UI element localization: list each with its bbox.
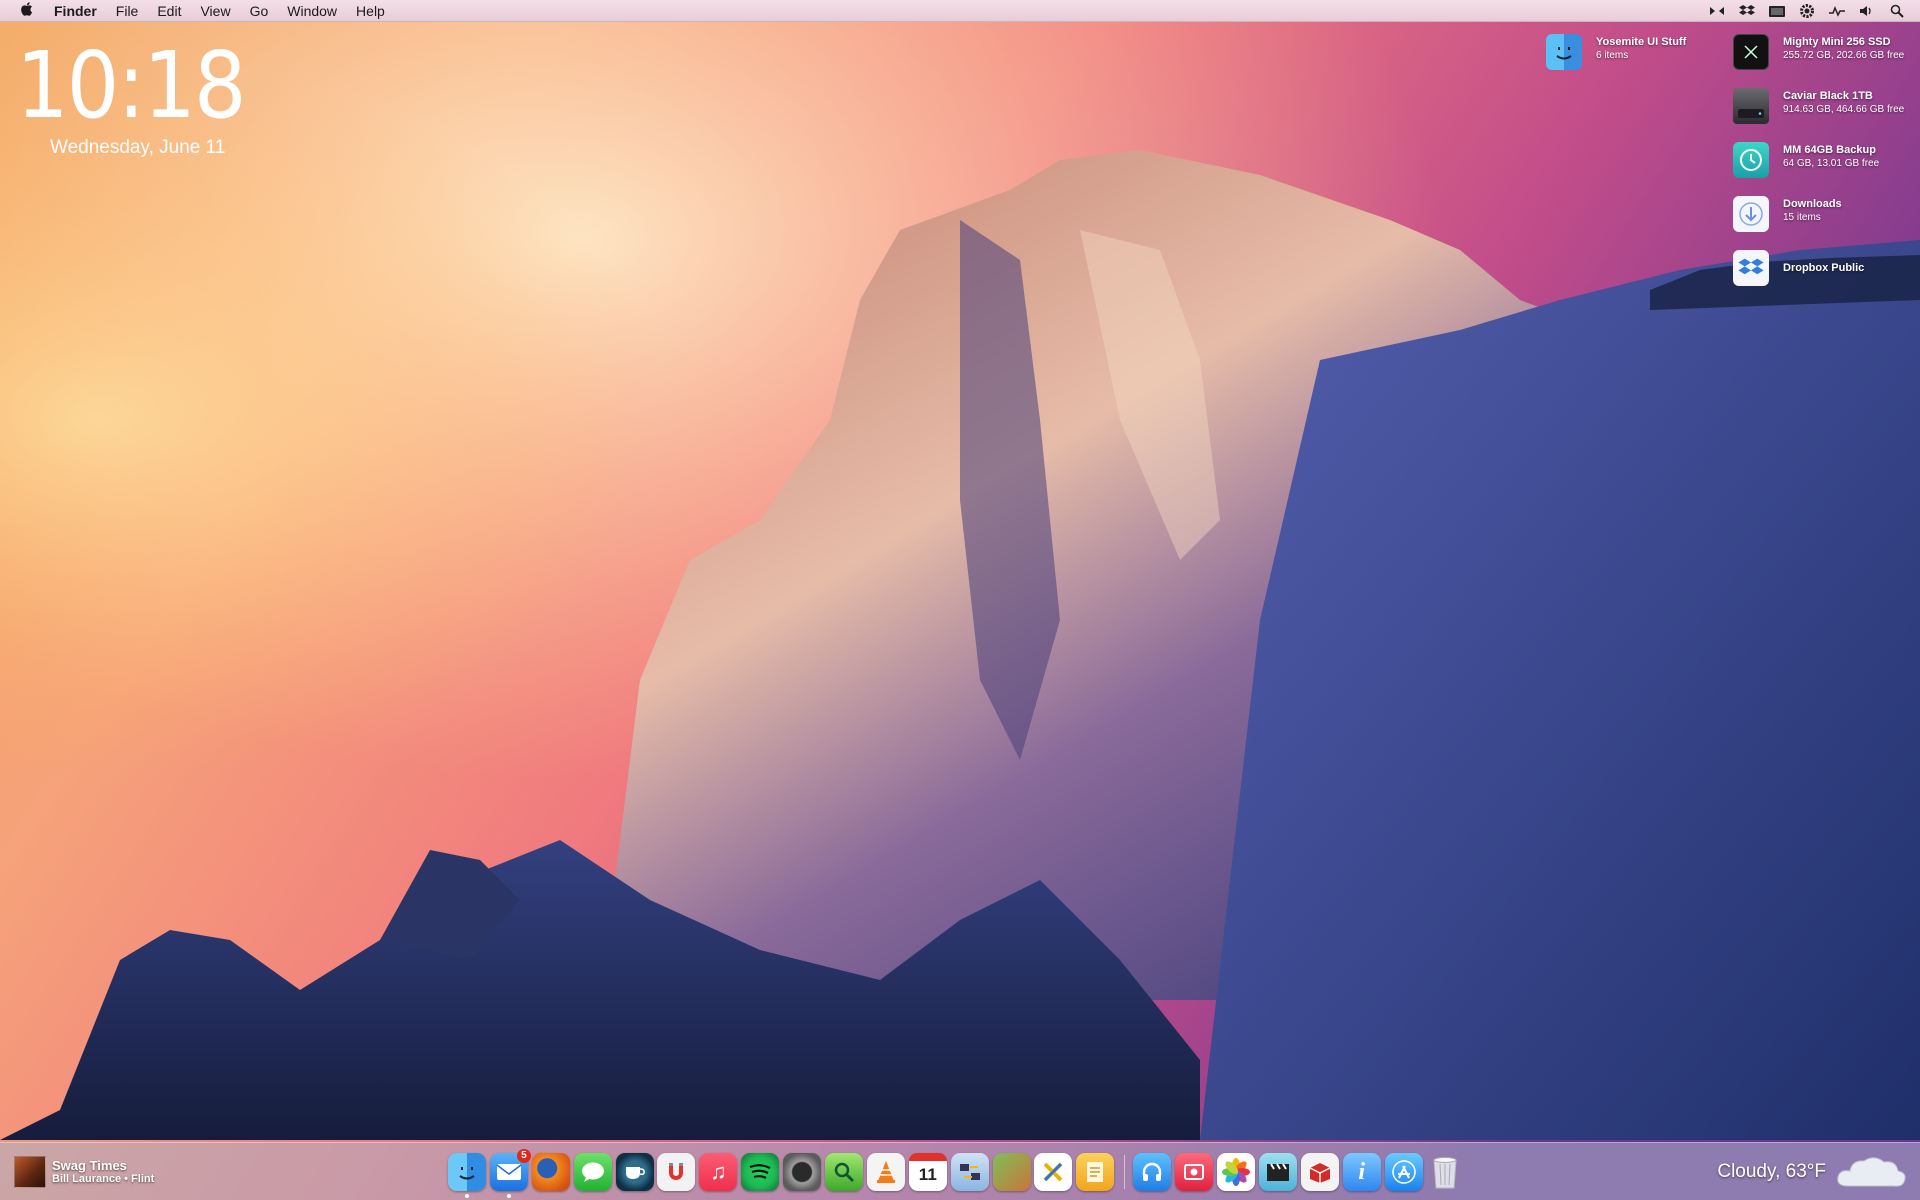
running-indicator (506, 1194, 511, 1198)
menu-window[interactable]: Window (287, 0, 337, 22)
dock-headphones-icon[interactable] (1133, 1153, 1172, 1191)
weather-widget[interactable]: Cloudy, 63°F (1717, 1152, 1908, 1192)
downloads-folder-icon (1733, 196, 1769, 232)
desktop-item-mighty-mini[interactable]: Mighty Mini 256 SSD 255.72 GB, 202.66 GB… (1733, 34, 1904, 70)
now-playing-track: Swag Times (52, 1157, 127, 1173)
desktop-item-dropbox-public[interactable]: Dropbox Public (1733, 250, 1864, 286)
dock-info-icon[interactable]: i (1342, 1153, 1381, 1191)
dock-clapper-icon[interactable] (1258, 1153, 1297, 1191)
dock-finder-search-icon[interactable] (825, 1153, 864, 1191)
menu-go[interactable]: Go (250, 0, 269, 22)
dock-magnet-icon[interactable] (657, 1153, 696, 1191)
desktop-wallpaper (0, 0, 1920, 1200)
menu-view[interactable]: View (200, 0, 230, 22)
dock-app-store-icon[interactable] (1384, 1153, 1423, 1191)
desktop-item-info: 6 items (1596, 50, 1629, 61)
mail-unread-badge: 5 (516, 1149, 531, 1163)
desktop-item-yosemite-ui-stuff[interactable]: Yosemite UI Stuff 6 items (1546, 34, 1686, 70)
desktop-item-name: Dropbox Public (1783, 262, 1865, 274)
dock-notes-icon[interactable] (1076, 1153, 1115, 1191)
now-playing-widget[interactable]: Swag Times Bill Laurance • Flint (14, 1156, 154, 1188)
desktop-item-name: Downloads (1783, 198, 1842, 210)
desktop-item-name: Caviar Black 1TB (1783, 90, 1873, 102)
dock-separator (1124, 1155, 1126, 1189)
gear-icon[interactable] (1798, 3, 1816, 19)
desktop-item-downloads[interactable]: Downloads 15 items (1733, 196, 1842, 232)
dock-photo-booth-icon[interactable] (1175, 1153, 1214, 1191)
menu-extras (1708, 0, 1906, 22)
menu-bar: Finder File Edit View Go Window Help (0, 0, 1920, 22)
volume-icon[interactable] (1858, 3, 1876, 19)
time-machine-icon (1733, 142, 1769, 178)
dock-itunes-icon[interactable]: ♫ (699, 1153, 738, 1191)
x-drive-icon (1733, 34, 1769, 70)
dual-arrows-icon[interactable] (1708, 3, 1726, 19)
clock-widget: 10:18 Wednesday, June 11 (16, 38, 272, 159)
desktop-item-name: MM 64GB Backup (1783, 144, 1876, 156)
dock-vlc-icon[interactable] (866, 1153, 905, 1191)
desktop-item-mm-backup[interactable]: MM 64GB Backup 64 GB, 13.01 GB free (1733, 142, 1879, 178)
menu-app-finder[interactable]: Finder (54, 0, 97, 22)
desktop-item-info: 15 items (1783, 212, 1821, 223)
dock-caffeine-icon[interactable] (615, 1153, 654, 1191)
menu-help[interactable]: Help (356, 0, 385, 22)
desktop-item-info: 255.72 GB, 202.66 GB free (1783, 50, 1905, 61)
calendar-day: 11 (918, 1165, 937, 1184)
dock-finder-icon[interactable] (448, 1153, 486, 1198)
screen-icon[interactable] (1768, 3, 1786, 19)
menu-edit[interactable]: Edit (157, 0, 181, 22)
desktop-item-info: 64 GB, 13.01 GB free (1783, 158, 1880, 169)
menu-file[interactable]: File (116, 0, 139, 22)
cloud-icon (1837, 1157, 1906, 1187)
hard-drive-icon (1733, 88, 1769, 124)
dock-mail-icon[interactable]: 5 (489, 1149, 531, 1198)
album-art (14, 1156, 46, 1188)
now-playing-artist: Bill Laurance • Flint (52, 1172, 155, 1185)
clock-time: 10:18 (16, 32, 247, 139)
desktop-item-info: 914.63 GB, 464.66 GB free (1783, 104, 1905, 115)
dock-migration-icon[interactable] (950, 1153, 989, 1191)
dock-spotify-icon[interactable] (741, 1153, 780, 1191)
dock-messages-icon[interactable] (573, 1153, 612, 1191)
dock-calendar-icon[interactable]: 11 (908, 1153, 947, 1191)
dropbox-icon[interactable] (1738, 3, 1756, 19)
weather-text: Cloudy, 63°F (1717, 1161, 1826, 1182)
running-indicator (465, 1194, 469, 1198)
dropbox-folder-icon (1733, 250, 1769, 286)
dock-camera-icon[interactable] (783, 1153, 822, 1191)
dock-trash-icon[interactable] (1426, 1153, 1464, 1191)
dock-firefox-icon[interactable] (531, 1153, 570, 1191)
desktop-item-name: Yosemite UI Stuff (1596, 36, 1687, 48)
dock-x-app-icon[interactable] (1034, 1153, 1073, 1191)
dock: 5 ♫ 11 i (448, 1149, 1468, 1198)
desktop-item-name: Mighty Mini 256 SSD (1783, 36, 1891, 48)
clock-date: Wednesday, June 11 (50, 137, 226, 158)
finder-folder-icon (1546, 34, 1582, 70)
dock-image-app-icon[interactable] (992, 1153, 1031, 1191)
desktop-item-caviar-black[interactable]: Caviar Black 1TB 914.63 GB, 464.66 GB fr… (1733, 88, 1904, 124)
spotlight-search-icon[interactable] (1888, 3, 1906, 19)
dock-photos-icon[interactable] (1217, 1153, 1256, 1191)
dock-boxes-icon[interactable] (1300, 1153, 1339, 1191)
activity-icon[interactable] (1828, 3, 1846, 19)
apple-logo-icon[interactable] (20, 1, 40, 21)
